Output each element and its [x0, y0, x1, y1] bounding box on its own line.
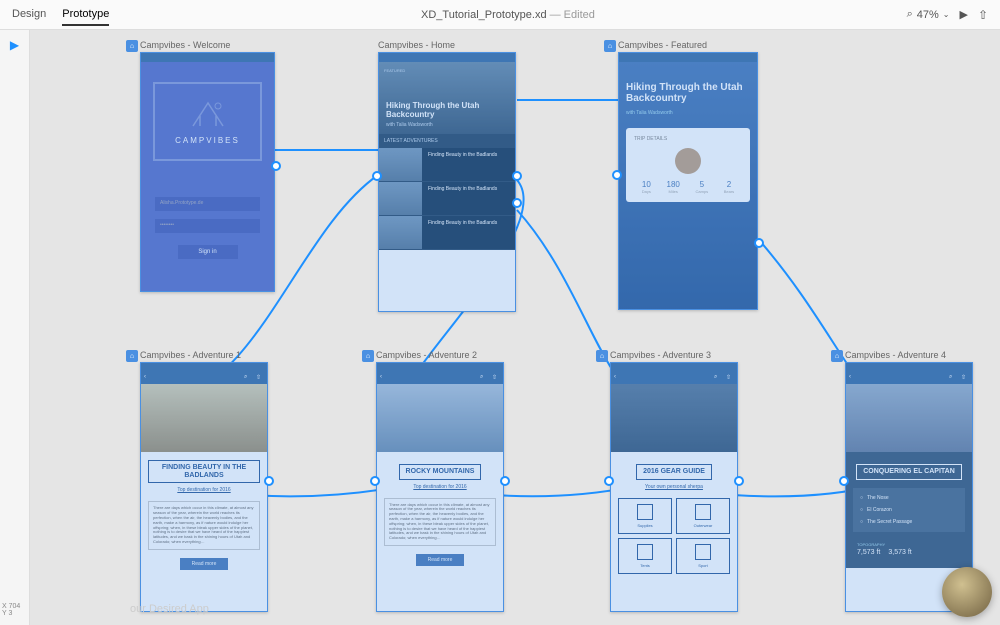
back-icon[interactable]: ‹ [614, 374, 622, 382]
back-icon[interactable]: ‹ [144, 374, 152, 382]
play-icon[interactable]: ▶ [959, 8, 967, 21]
list-item[interactable]: Finding Beauty in the Badlands [378, 182, 516, 216]
wire-node[interactable] [512, 171, 522, 181]
back-icon[interactable]: ‹ [849, 374, 857, 382]
home-icon[interactable]: ⌂ [604, 40, 616, 52]
gear-cell[interactable]: Supplies [618, 498, 672, 534]
search-icon[interactable]: ⌕ [949, 374, 957, 382]
brand-text: CAMPVIBES [175, 136, 240, 145]
artboard-adv3[interactable]: Campvibes - Adventure 3 ⌂ ‹⌕⇧ 2016 GEAR … [610, 350, 738, 612]
logo: CAMPVIBES [153, 82, 262, 161]
signin-button[interactable]: Sign in [178, 245, 238, 259]
wire-node[interactable] [839, 476, 849, 486]
wire-node[interactable] [500, 476, 510, 486]
share-icon[interactable]: ⇧ [256, 374, 264, 382]
share-icon[interactable]: ⇧ [726, 374, 734, 382]
home-icon[interactable]: ⌂ [362, 350, 374, 362]
search-icon[interactable]: ⌕ [714, 374, 722, 382]
artboard-adv2[interactable]: Campvibes - Adventure 2 ⌂ ‹⌕⇧ ROCKY MOUN… [376, 350, 504, 612]
coordinates-readout: X 704 Y 3 [2, 603, 20, 617]
canvas[interactable]: ▶ Campvibes - Welcome ⌂ CAMPVIBES Alisha… [0, 30, 1000, 625]
artboard-label: Campvibes - Home [378, 40, 516, 50]
share-icon[interactable]: ⇧ [492, 374, 500, 382]
left-toolbar: ▶ [0, 30, 30, 625]
share-icon[interactable]: ⇧ [961, 374, 969, 382]
status-bar [140, 52, 275, 62]
search-icon[interactable]: ⌕ [244, 374, 252, 382]
search-icon: ⌕ [907, 8, 913, 21]
cursor-tool-icon[interactable]: ▶ [0, 38, 29, 52]
topography-card: TOPOGRAPHY 7,573 ft 3,573 ft [853, 538, 965, 560]
wire-node[interactable] [264, 476, 274, 486]
read-more-button[interactable]: Read more [180, 558, 229, 570]
home-icon[interactable]: ⌂ [126, 350, 138, 362]
artboard-label: Campvibes - Adventure 1 [140, 350, 268, 360]
artboard-home[interactable]: Campvibes - Home FEATURED Hiking Through… [378, 40, 516, 312]
wire-node[interactable] [370, 476, 380, 486]
wire-node[interactable] [604, 476, 614, 486]
nav-bar: ‹ ⌕ ⇧ [140, 372, 268, 384]
zoom-control[interactable]: ⌕ 47% ⌄ [907, 8, 950, 21]
article-title: ROCKY MOUNTAINS [399, 464, 482, 480]
routes-list: The Nose El Corazon The Secret Passage [853, 488, 965, 532]
profile-bubble[interactable] [942, 567, 992, 617]
tab-design[interactable]: Design [12, 4, 46, 26]
toolbar-right: ⌕ 47% ⌄ ▶ ⇧ [907, 8, 988, 22]
wire-node[interactable] [271, 161, 281, 171]
gear-cell[interactable]: Tents [618, 538, 672, 574]
wire-node[interactable] [754, 238, 764, 248]
article-sub: Your own personal sherpa [618, 484, 730, 490]
route-item[interactable]: The Secret Passage [857, 516, 961, 528]
list-item[interactable]: Finding Beauty in the Badlands [378, 148, 516, 182]
tab-prototype[interactable]: Prototype [62, 4, 109, 26]
artboard-label: Campvibes - Adventure 3 [610, 350, 738, 360]
featured-title: Hiking Through the Utah Backcountry [626, 82, 750, 104]
article-title: 2016 GEAR GUIDE [636, 464, 712, 480]
home-icon[interactable]: ⌂ [831, 350, 843, 362]
home-icon[interactable]: ⌂ [596, 350, 608, 362]
wire-node[interactable] [734, 476, 744, 486]
route-item[interactable]: The Nose [857, 492, 961, 504]
search-icon[interactable]: ⌕ [480, 374, 488, 382]
artboard-label: Campvibes - Adventure 4 [845, 350, 973, 360]
chevron-down-icon: ⌄ [943, 10, 950, 19]
list-item[interactable]: Finding Beauty in the Badlands [378, 216, 516, 250]
password-field[interactable]: •••••••• [155, 219, 260, 233]
article-title: CONQUERING EL CAPITAN [856, 464, 962, 480]
document-title: XD_Tutorial_Prototype.xd — Edited [109, 9, 906, 21]
author: with Talia Wadsworth [626, 110, 750, 116]
artboard-featured[interactable]: Campvibes - Featured ⌂ Hiking Through th… [618, 40, 758, 310]
top-bar: Design Prototype XD_Tutorial_Prototype.x… [0, 0, 1000, 30]
artboard-label: Campvibes - Featured [618, 40, 758, 50]
artboard-label: Campvibes - Adventure 2 [376, 350, 504, 360]
email-field[interactable]: Alisha.Prototype.de [155, 197, 260, 211]
article-sub: Top destination for 2016 [148, 487, 260, 493]
section-header: LATEST ADVENTURES [378, 134, 516, 148]
article-body: There are days which occur in this clima… [384, 498, 496, 546]
wire-node[interactable] [512, 198, 522, 208]
article-title: FINDING BEAUTY IN THE BADLANDS [148, 460, 260, 483]
zoom-value: 47% [917, 9, 939, 21]
gear-cell[interactable]: Sport [676, 538, 730, 574]
article-sub: Top destination for 2016 [384, 484, 496, 490]
artboard-welcome[interactable]: Campvibes - Welcome ⌂ CAMPVIBES Alisha.P… [140, 40, 275, 292]
article-body: There are days which occur in this clima… [148, 501, 260, 549]
wire-node[interactable] [372, 171, 382, 181]
share-icon[interactable]: ⇧ [978, 8, 988, 22]
avatar [675, 148, 701, 174]
read-more-button[interactable]: Read more [416, 554, 465, 566]
artboard-adv1[interactable]: Campvibes - Adventure 1 ⌂ ‹⌕⇧ FINDING BE… [140, 350, 268, 612]
gear-cell[interactable]: Outerwear [676, 498, 730, 534]
watermark-text: our Desired App [130, 603, 209, 615]
wire-node[interactable] [612, 170, 622, 180]
hero-image: FEATURED Hiking Through the Utah Backcou… [378, 62, 516, 134]
trip-card: TRIP DETAILS 10Days 180Miles 5Camps 2Bea… [626, 128, 750, 202]
route-item[interactable]: El Corazon [857, 504, 961, 516]
home-icon[interactable]: ⌂ [126, 40, 138, 52]
mode-tabs: Design Prototype [12, 4, 109, 26]
artboard-label: Campvibes - Welcome [140, 40, 275, 50]
back-icon[interactable]: ‹ [380, 374, 388, 382]
